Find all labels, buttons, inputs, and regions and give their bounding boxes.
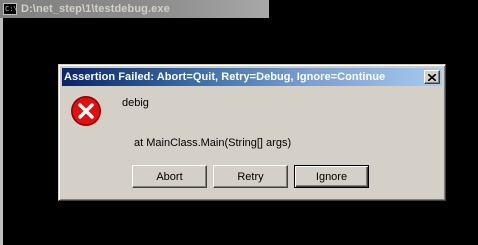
console-titlebar[interactable]: C:\ D:\net_step\1\testdebug.exe [0, 0, 269, 18]
close-button[interactable] [424, 70, 440, 84]
close-icon [428, 73, 436, 81]
dialog-titlebar[interactable]: Assertion Failed: Abort=Quit, Retry=Debu… [62, 68, 442, 86]
error-icon [71, 96, 101, 126]
ignore-button[interactable]: Ignore [294, 165, 369, 188]
dialog-title: Assertion Failed: Abort=Quit, Retry=Debu… [64, 71, 386, 83]
stack-trace-text: at MainClass.Main(String[] args) [134, 137, 292, 149]
abort-button[interactable]: Abort [132, 165, 207, 188]
assertion-dialog: Assertion Failed: Abort=Quit, Retry=Debu… [58, 64, 446, 201]
retry-button[interactable]: Retry [213, 165, 288, 188]
console-icon[interactable]: C:\ [3, 3, 17, 15]
message-text: debig [122, 97, 149, 109]
console-title: D:\net_step\1\testdebug.exe [21, 3, 170, 15]
